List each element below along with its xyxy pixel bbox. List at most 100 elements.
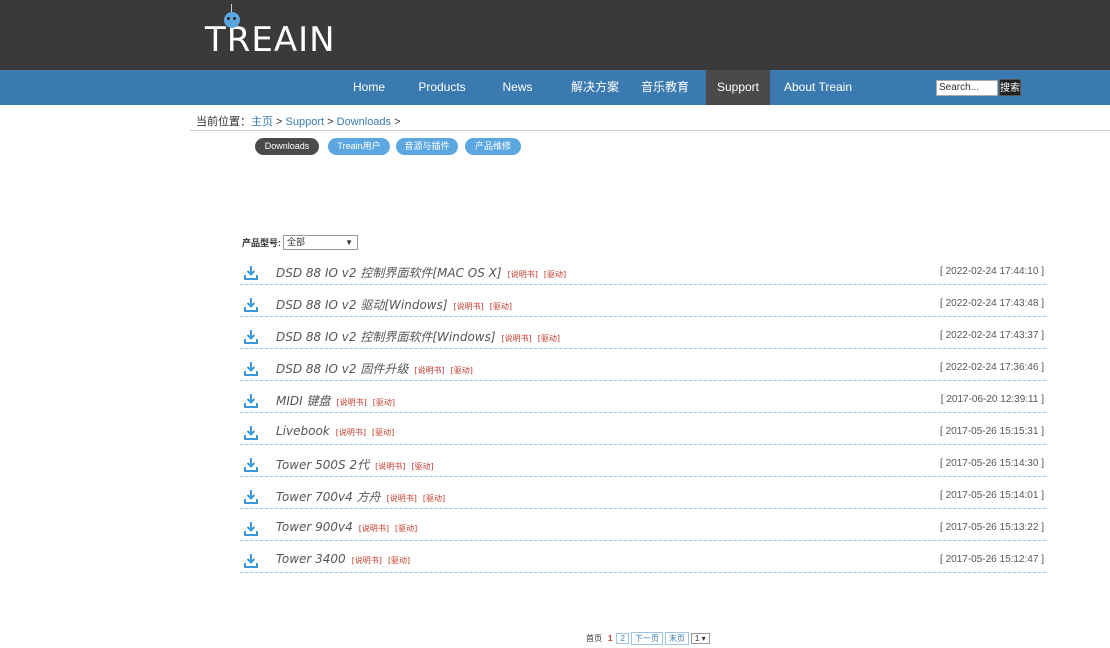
download-icon[interactable] (243, 457, 259, 473)
site-logo[interactable]: TREAIN (205, 4, 336, 60)
download-title[interactable]: Tower 700v4 方舟 [说明书] [驱动] (276, 488, 451, 505)
product-model-label: 产品型号: (242, 238, 281, 248)
pager-next[interactable]: 下一页 (630, 632, 663, 645)
manual-link[interactable]: [说明书] (375, 462, 405, 471)
download-icon[interactable] (243, 265, 259, 281)
pager-select-value: 1 (694, 634, 700, 643)
driver-link[interactable]: [驱动] (372, 428, 394, 437)
driver-link[interactable]: [驱动] (373, 398, 395, 407)
download-title-text[interactable]: MIDI 键盘 (276, 394, 331, 408)
pager-first[interactable]: 首页 (584, 633, 604, 644)
download-title[interactable]: Livebook [说明书] [驱动] (276, 424, 400, 438)
manual-link[interactable]: [说明书] (359, 524, 389, 533)
manual-link[interactable]: [说明书] (454, 302, 484, 311)
product-model-select[interactable]: 全部 ▼ (283, 235, 358, 250)
download-title[interactable]: DSD 88 IO v2 固件升级 [说明书] [驱动] (276, 360, 479, 377)
download-title-text[interactable]: DSD 88 IO v2 驱动[Windows] (276, 298, 448, 312)
download-date: [ 2017-05-26 15:12:47 ] (940, 554, 1044, 565)
list-item[interactable]: DSD 88 IO v2 驱动[Windows] [说明书] [驱动] [ 2022-… (240, 295, 1046, 317)
download-date: [ 2022-02-24 17:36:46 ] (940, 362, 1044, 373)
download-title-text[interactable]: Tower 500S 2代 (276, 458, 369, 472)
list-item[interactable]: Tower 900v4 [说明书] [驱动] [ 2017-05-26 15:13:2… (240, 519, 1046, 541)
site-header: TREAIN (0, 0, 1110, 70)
download-icon[interactable] (243, 521, 259, 537)
list-item[interactable]: DSD 88 IO v2 固件升级 [说明书] [驱动] [ 2022-02-24 1… (240, 359, 1046, 381)
download-title-text[interactable]: Tower 900v4 (276, 520, 353, 534)
list-item[interactable]: Tower 700v4 方舟 [说明书] [驱动] [ 2017-05-26 15:1… (240, 487, 1046, 509)
list-item[interactable]: Tower 3400 [说明书] [驱动] [ 2017-05-26 15:12:47… (240, 551, 1046, 573)
nav-news[interactable]: News (495, 70, 540, 105)
download-title-text[interactable]: DSD 88 IO v2 固件升级 (276, 362, 408, 376)
download-title[interactable]: DSD 88 IO v2 驱动[Windows] [说明书] [驱动] (276, 296, 518, 313)
breadcrumb-separator: > (391, 116, 401, 128)
download-title[interactable]: Tower 500S 2代 [说明书] [驱动] (276, 456, 440, 473)
download-title[interactable]: DSD 88 IO v2 控制界面软件[Windows] [说明书] [驱动] (276, 328, 566, 345)
breadcrumb-downloads[interactable]: Downloads (337, 116, 391, 128)
nav-music-education[interactable]: 音乐教育 (635, 70, 695, 105)
tab-downloads[interactable]: Downloads (255, 138, 319, 155)
download-icon[interactable] (243, 361, 259, 377)
driver-link[interactable]: [驱动] (411, 462, 433, 471)
pager-last[interactable]: 末页 (664, 632, 689, 645)
pager-page-2[interactable]: 2 (616, 633, 629, 644)
manual-link[interactable]: [说明书] (502, 334, 532, 343)
download-icon[interactable] (243, 489, 259, 505)
download-title-text[interactable]: Tower 3400 (276, 552, 346, 566)
tab-treain-users[interactable]: Treain用户 (328, 138, 390, 155)
driver-link[interactable]: [驱动] (490, 302, 512, 311)
download-title[interactable]: MIDI 键盘 [说明书] [驱动] (276, 392, 401, 409)
download-date: [ 2017-05-26 15:14:30 ] (940, 458, 1044, 469)
download-links: [说明书] [驱动] (336, 428, 401, 437)
download-links: [说明书] [驱动] (375, 462, 440, 471)
download-title[interactable]: Tower 900v4 [说明书] [驱动] (276, 520, 423, 534)
nav-support[interactable]: Support (706, 70, 770, 105)
list-item[interactable]: DSD 88 IO v2 控制界面软件[MAC OS X] [说明书] [驱动] [ … (240, 263, 1046, 285)
download-title-text[interactable]: DSD 88 IO v2 控制界面软件[Windows] (276, 330, 496, 344)
download-icon[interactable] (243, 393, 259, 409)
download-date: [ 2022-02-24 17:44:10 ] (940, 266, 1044, 277)
search-button[interactable]: 搜索 (999, 79, 1021, 96)
download-links: [说明书] [驱动] (454, 302, 519, 311)
download-title-text[interactable]: DSD 88 IO v2 控制界面软件[MAC OS X] (276, 266, 502, 280)
download-date: [ 2017-05-26 15:13:22 ] (940, 522, 1044, 533)
nav-products[interactable]: Products (410, 70, 474, 105)
download-title[interactable]: Tower 3400 [说明书] [驱动] (276, 552, 416, 566)
nav-solutions[interactable]: 解决方案 (565, 70, 625, 105)
nav-home[interactable]: Home (344, 70, 394, 105)
manual-link[interactable]: [说明书] (414, 366, 444, 375)
driver-link[interactable]: [驱动] (395, 524, 417, 533)
tab-sources-plugins[interactable]: 音源与插件 (396, 138, 458, 155)
driver-link[interactable]: [驱动] (423, 494, 445, 503)
tab-product-repair[interactable]: 产品维修 (465, 138, 521, 155)
driver-link[interactable]: [驱动] (538, 334, 560, 343)
download-date: [ 2017-06-20 12:39:11 ] (940, 394, 1044, 405)
download-icon[interactable] (243, 329, 259, 345)
pager-page-1: 1 (608, 634, 613, 643)
download-title[interactable]: DSD 88 IO v2 控制界面软件[MAC OS X] [说明书] [驱动] (276, 264, 572, 281)
breadcrumb-divider (190, 130, 1110, 131)
breadcrumb-home[interactable]: 主页 (251, 116, 273, 128)
breadcrumb-prefix: 当前位置： (196, 116, 251, 128)
manual-link[interactable]: [说明书] (508, 270, 538, 279)
list-item[interactable]: MIDI 键盘 [说明书] [驱动] [ 2017-06-20 12:39:11 ] (240, 391, 1046, 413)
download-title-text[interactable]: Tower 700v4 方舟 (276, 490, 381, 504)
nav-about[interactable]: About Treain (780, 70, 856, 105)
pager-select[interactable]: 1 ▾ (690, 633, 710, 644)
list-item[interactable]: Tower 500S 2代 [说明书] [驱动] [ 2017-05-26 15:14… (240, 455, 1046, 477)
driver-link[interactable]: [驱动] (388, 556, 410, 565)
manual-link[interactable]: [说明书] (387, 494, 417, 503)
download-icon[interactable] (243, 297, 259, 313)
search-input[interactable]: Search... (936, 80, 998, 96)
download-title-text[interactable]: Livebook (276, 424, 330, 438)
list-item[interactable]: Livebook [说明书] [驱动] [ 2017-05-26 15:15:31 ] (240, 423, 1046, 445)
download-links: [说明书] [驱动] (502, 334, 567, 343)
manual-link[interactable]: [说明书] (352, 556, 382, 565)
download-icon[interactable] (243, 425, 259, 441)
manual-link[interactable]: [说明书] (337, 398, 367, 407)
list-item[interactable]: DSD 88 IO v2 控制界面软件[Windows] [说明书] [驱动] [ 2… (240, 327, 1046, 349)
driver-link[interactable]: [驱动] (544, 270, 566, 279)
download-icon[interactable] (243, 553, 259, 569)
breadcrumb-support[interactable]: Support (286, 116, 325, 128)
driver-link[interactable]: [驱动] (451, 366, 473, 375)
manual-link[interactable]: [说明书] (336, 428, 366, 437)
